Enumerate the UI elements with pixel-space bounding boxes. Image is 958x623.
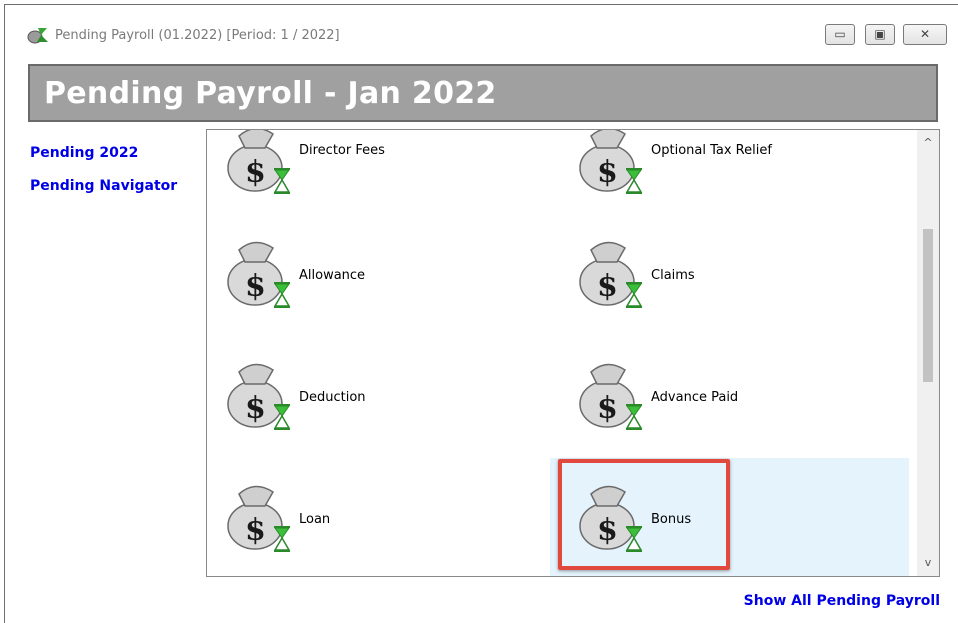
app-icon: [27, 28, 48, 44]
grid-item-advance-paid[interactable]: $ Advance Paid: [565, 358, 885, 436]
sidebar-item-pending-2022[interactable]: Pending 2022: [30, 145, 138, 161]
minimize-button[interactable]: ▭: [825, 24, 855, 45]
scroll-up-icon[interactable]: ^: [917, 133, 939, 153]
maximize-button[interactable]: ▣: [865, 24, 895, 45]
svg-text:$: $: [245, 513, 266, 548]
maximize-icon: ▣: [874, 27, 886, 41]
grid-item-director-fees[interactable]: $ Director Fees: [213, 130, 533, 200]
svg-text:$: $: [245, 269, 266, 304]
grid-item-label: Loan: [299, 512, 331, 527]
grid-item-claims[interactable]: $ Claims: [565, 236, 885, 314]
svg-text:$: $: [597, 269, 618, 304]
grid-item-loan[interactable]: $ Loan: [213, 480, 533, 558]
svg-text:$: $: [245, 391, 266, 426]
money-bag-hourglass-icon: $: [579, 241, 643, 308]
page-header: Pending Payroll - Jan 2022: [28, 64, 938, 122]
grid-item-optional-tax-relief[interactable]: $ Optional Tax Relief: [565, 130, 885, 200]
money-bag-hourglass-icon: $: [579, 363, 643, 430]
show-all-pending-payroll-link[interactable]: Show All Pending Payroll: [744, 593, 940, 609]
page-title: Pending Payroll - Jan 2022: [44, 76, 497, 111]
pending-items-panel: $ Director Fees $ Optional Tax Relief $: [206, 129, 940, 577]
grid-item-label: Advance Paid: [651, 390, 739, 405]
close-button[interactable]: ✕: [903, 24, 947, 45]
title-bar: Pending Payroll (01.2022) [Period: 1 / 2…: [5, 5, 958, 61]
money-bag-hourglass-icon: $: [227, 485, 291, 552]
close-icon: ✕: [919, 27, 931, 41]
svg-text:$: $: [245, 155, 266, 190]
sidebar-item-pending-navigator[interactable]: Pending Navigator: [30, 178, 177, 194]
minimize-icon: ▭: [834, 27, 846, 41]
window-title: Pending Payroll (01.2022) [Period: 1 / 2…: [55, 28, 340, 43]
grid-item-allowance[interactable]: $ Allowance: [213, 236, 533, 314]
grid-item-label: Director Fees: [299, 143, 385, 158]
money-bag-hourglass-icon: $: [579, 130, 643, 194]
scroll-down-icon[interactable]: v: [917, 553, 939, 573]
money-bag-hourglass-icon: $: [227, 363, 291, 430]
grid-item-label: Claims: [651, 268, 695, 283]
money-bag-hourglass-icon: $: [227, 130, 291, 194]
grid-item-label: Allowance: [299, 268, 366, 283]
selection-highlight-box: [558, 459, 730, 570]
money-bag-hourglass-icon: $: [227, 241, 291, 308]
scrollbar-thumb[interactable]: [923, 229, 933, 382]
grid-item-deduction[interactable]: $ Deduction: [213, 358, 533, 436]
vertical-scrollbar[interactable]: ^ v: [917, 130, 939, 576]
grid-item-label: Optional Tax Relief: [651, 143, 772, 158]
svg-text:$: $: [597, 391, 618, 426]
grid-item-label: Deduction: [299, 390, 366, 405]
svg-text:$: $: [597, 155, 618, 190]
